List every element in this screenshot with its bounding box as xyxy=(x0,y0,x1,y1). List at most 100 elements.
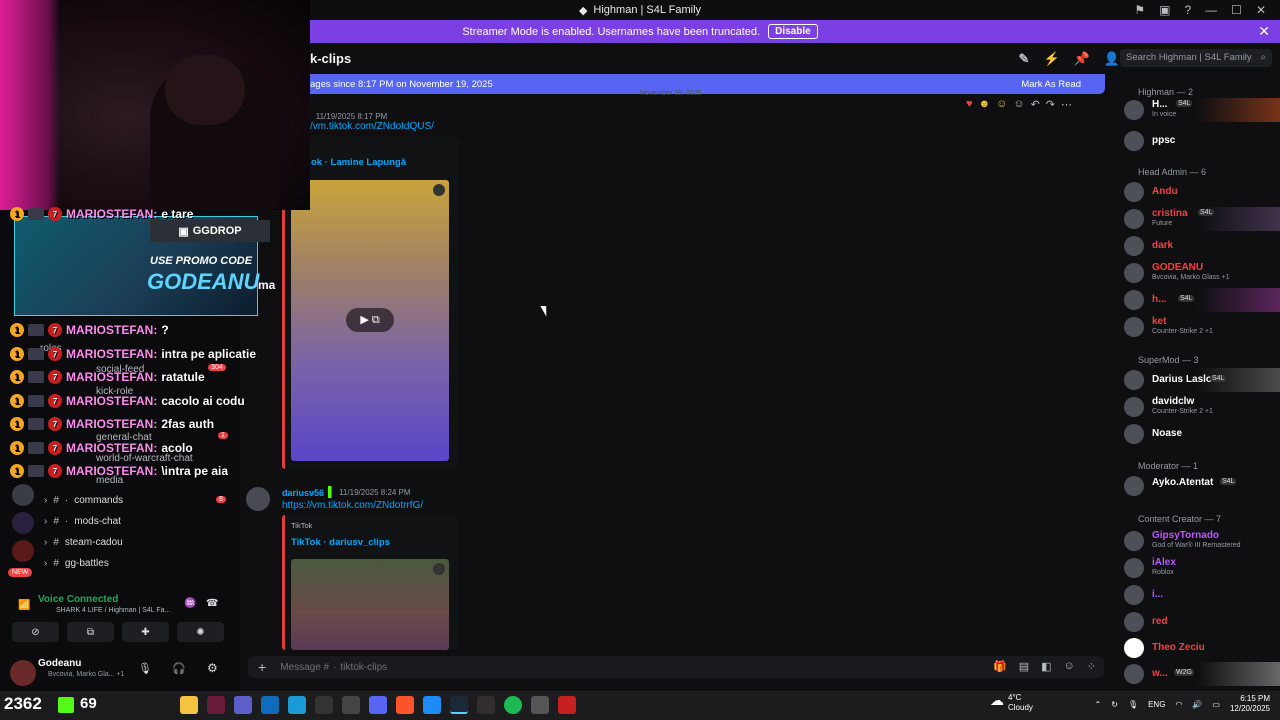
message-link[interactable]: https://vm.tiktok.com/ZNdotrrfG/ xyxy=(282,500,423,511)
discord-icon[interactable] xyxy=(369,696,387,714)
video-thumbnail[interactable]: ▶ ⧉ xyxy=(291,180,449,461)
screen-share-button[interactable]: ⧉ xyxy=(67,622,114,642)
headset-icon[interactable]: 🎧 xyxy=(172,662,186,675)
sticker-icon[interactable]: ◧ xyxy=(1041,660,1051,673)
help-icon[interactable]: ? xyxy=(1184,3,1191,17)
member-row[interactable]: GipsyTornado God of War® III Remastered xyxy=(1118,529,1280,553)
member-row[interactable]: H... S4L In voice xyxy=(1118,98,1280,122)
heart-reaction-icon[interactable]: ♥ xyxy=(966,98,973,111)
member-row[interactable]: dark xyxy=(1118,234,1280,258)
teams-icon[interactable] xyxy=(234,696,252,714)
mic-icon[interactable]: 🎙 xyxy=(1128,700,1138,709)
app-icon[interactable] xyxy=(207,696,225,714)
sync-icon[interactable]: ↻ xyxy=(1111,700,1118,709)
play-button[interactable]: ▶ ⧉ xyxy=(346,308,394,332)
pin-icon[interactable]: 📌 xyxy=(1074,51,1090,67)
avatar[interactable] xyxy=(10,660,36,686)
avatar[interactable] xyxy=(246,487,270,511)
store-icon[interactable] xyxy=(342,696,360,714)
forward-icon[interactable]: ↷ xyxy=(1046,98,1055,111)
member-row[interactable]: Ayko.Atentat S4L xyxy=(1118,474,1280,498)
channel-item-mods-chat[interactable]: › # · mods-chat xyxy=(44,516,121,527)
server-icon[interactable] xyxy=(12,540,34,562)
add-reaction-icon[interactable]: ☺ xyxy=(1013,98,1024,111)
add-attachment-icon[interactable]: + xyxy=(258,659,266,675)
reply-icon[interactable]: ↶ xyxy=(1031,98,1040,111)
member-row[interactable]: Darius Laslo S4L xyxy=(1118,368,1280,392)
app-icon[interactable] xyxy=(423,696,441,714)
brave-icon[interactable] xyxy=(396,696,414,714)
chevron-up-icon[interactable]: ⌃ xyxy=(1095,700,1102,709)
message-author[interactable]: dariusv56 xyxy=(282,488,324,498)
settings-icon[interactable] xyxy=(531,696,549,714)
gift-icon[interactable]: 🎁 xyxy=(993,660,1007,673)
member-row[interactable]: Andu xyxy=(1118,180,1280,204)
soundboard-button[interactable]: ✺ xyxy=(177,622,224,642)
battery-icon[interactable]: ▭ xyxy=(1212,700,1220,709)
settings-icon[interactable]: ⚙ xyxy=(207,661,218,675)
gif-icon[interactable]: ▤ xyxy=(1019,660,1029,673)
message-input[interactable]: + Message # · tiktok-clips 🎁 ▤ ◧ ☺ ⁘ xyxy=(248,656,1104,678)
member-row[interactable]: ket Counter-Strike 2 +1 xyxy=(1118,315,1280,339)
server-icon[interactable] xyxy=(12,484,34,506)
activities-button[interactable]: ✚ xyxy=(122,622,169,642)
screen-icon[interactable]: ▣ xyxy=(1159,3,1170,17)
member-row[interactable]: red xyxy=(1118,610,1280,634)
emoji-reaction-icon[interactable]: ☻ xyxy=(979,98,991,111)
members-icon[interactable]: 👤 xyxy=(1104,51,1120,67)
member-row[interactable]: GODEANU Bvcovia, Marko Glass +1 xyxy=(1118,261,1280,285)
disconnect-icon[interactable]: ☎ xyxy=(206,598,218,609)
voice-status[interactable]: Voice Connected xyxy=(38,594,118,605)
spotify-icon[interactable] xyxy=(504,696,522,714)
member-row[interactable]: Theo Zeciu xyxy=(1118,636,1280,660)
message-link[interactable]: /vm.tiktok.com/ZNdotdQUS/ xyxy=(310,121,434,132)
channel-item-commands[interactable]: › # · commands xyxy=(44,495,123,506)
member-row[interactable]: davidclw Counter-Strike 2 +1 xyxy=(1118,395,1280,419)
close-banner-icon[interactable]: ✕ xyxy=(1258,23,1270,40)
embed-title[interactable]: ok · Lamine Lapungă xyxy=(311,157,406,168)
notification-icon[interactable]: ⚡ xyxy=(1043,51,1059,67)
member-row[interactable]: ppsc xyxy=(1118,129,1280,153)
member-row[interactable]: w... W2G xyxy=(1118,662,1280,686)
member-row[interactable]: cristina S4L Future xyxy=(1118,207,1280,231)
channel-item-steam-cadou[interactable]: › # steam-cadou xyxy=(44,537,123,548)
steam-icon[interactable] xyxy=(450,696,468,714)
file-explorer-icon[interactable] xyxy=(180,696,198,714)
new-messages-bar[interactable]: ages since 8:17 PM on November 19, 2025 … xyxy=(300,74,1105,94)
inbox-icon[interactable]: ⚑ xyxy=(1134,3,1145,17)
member-row[interactable]: iAlex Roblox xyxy=(1118,556,1280,580)
wifi-icon[interactable]: ◠ xyxy=(1175,700,1182,709)
video-thumbnail[interactable] xyxy=(291,559,449,650)
apps-icon[interactable]: ⁘ xyxy=(1087,660,1096,673)
threads-icon[interactable]: ✎ xyxy=(1019,51,1030,67)
clock[interactable]: 6:15 PM 12/20/2025 xyxy=(1230,694,1270,714)
member-row[interactable]: Noase xyxy=(1118,422,1280,446)
server-icon[interactable] xyxy=(12,512,34,534)
channel-item-gg-battles[interactable]: › # gg-battles xyxy=(44,558,109,569)
close-window-button[interactable]: ✕ xyxy=(1256,3,1266,17)
search-input[interactable]: Search Highman | S4L Family ⌕ xyxy=(1120,49,1272,67)
disable-button[interactable]: Disable xyxy=(768,24,818,39)
member-row[interactable]: i... xyxy=(1118,583,1280,607)
obs-icon[interactable] xyxy=(477,696,495,714)
mark-as-read-button[interactable]: Mark As Read xyxy=(1021,79,1081,90)
maximize-button[interactable]: ☐ xyxy=(1231,3,1242,17)
voice-channel[interactable]: SHARK 4 LIFE / Highman | S4L Fa... xyxy=(56,607,170,614)
camera-off-button[interactable]: ⊘ xyxy=(12,622,59,642)
member-row[interactable]: h... S4L xyxy=(1118,288,1280,312)
app-icon[interactable] xyxy=(315,696,333,714)
mic-icon[interactable]: 🎙 xyxy=(138,662,152,675)
emoji-reaction-icon[interactable]: ☺ xyxy=(996,98,1007,111)
username[interactable]: Godeanu xyxy=(38,658,81,669)
volume-icon[interactable]: 🔊 xyxy=(1192,700,1202,709)
more-icon[interactable]: ⋯ xyxy=(1061,98,1072,111)
language-indicator[interactable]: ENG xyxy=(1148,700,1165,709)
mail-icon[interactable] xyxy=(261,696,279,714)
noise-suppression-icon[interactable]: ♒ xyxy=(184,598,196,609)
embed-title[interactable]: TikTok · dariusv_clips xyxy=(291,537,390,548)
app-icon[interactable] xyxy=(558,696,576,714)
emoji-icon[interactable]: ☺ xyxy=(1064,660,1075,673)
weather-widget[interactable]: ☁ 4°C Cloudy xyxy=(990,693,1033,713)
minimize-button[interactable]: — xyxy=(1205,3,1217,17)
edge-icon[interactable] xyxy=(288,696,306,714)
